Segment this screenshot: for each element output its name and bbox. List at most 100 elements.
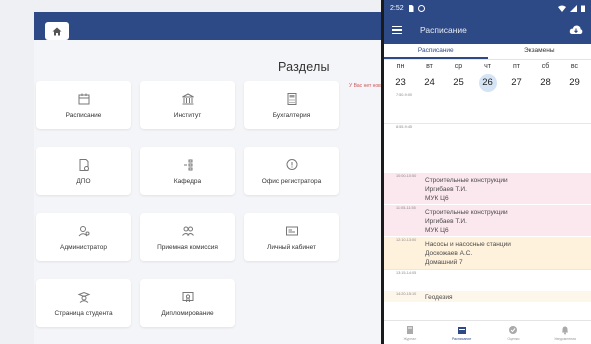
status-bar: 2:52 [384,0,591,16]
class-subject: Строительные конструкции [425,177,508,184]
time-slot: 7:50-9:00 [384,92,591,123]
tile-label: Кафедра [173,177,202,185]
time-slot: 8:55-9:45 [384,124,591,173]
class-info: Строительные конструкции Иргибаев Т.И. М… [425,208,508,235]
class-subject: Насосы и насосные станции [425,241,511,248]
schedule-timeline: 7:50-9:00 8:55-9:45 10:00-10:50 Строител… [384,92,591,302]
tab-exams[interactable]: Экзамены [488,44,591,59]
tile-label: Институт [173,111,202,119]
tile-personal-account[interactable]: Личный кабинет [244,213,339,261]
day-number: 29 [569,77,580,88]
schedule-icon [457,326,466,334]
tile-label: Страница студента [54,309,113,317]
status-time: 2:52 [390,4,404,12]
tab-bar: Расписание Экзамены [384,44,591,60]
time-slot: 13:15-14:05 [384,270,591,291]
nav-label: Журнал [403,336,417,341]
day-column[interactable]: пн 23 [386,60,415,92]
tile-institute[interactable]: Институт [140,81,235,129]
document-icon [79,158,89,171]
nav-label: Уведомления [554,336,577,341]
day-number: 24 [424,77,435,88]
day-column[interactable]: ср 25 [444,60,473,92]
committee-icon [181,226,194,236]
nav-label: Оценки [507,336,520,341]
tab-schedule[interactable]: Расписание [384,44,488,59]
day-name: пт [513,63,520,70]
tile-registrar-office[interactable]: Офис регистратора [244,147,339,195]
app-bar: Расписание [384,16,591,44]
department-icon [183,159,192,170]
tile-accounting[interactable]: Бухгалтерия [244,81,339,129]
tile-label: ДПО [76,177,91,185]
home-icon [52,27,62,35]
day-number: 25 [453,77,464,88]
tile-label: Администратор [60,243,107,251]
bottom-navigation: Журнал Расписание Оценки Уведомления [384,320,591,344]
class-card[interactable]: 14:20-15:10 Геодезия [384,291,591,302]
tile-label: Приемная комиссия [157,243,218,251]
tile-dpo[interactable]: ДПО [36,147,131,195]
tile-graduation[interactable]: Дипломирование [140,279,235,327]
mobile-app-screen: 2:52 Расписание Расписание Экзамены пн 23… [381,0,591,344]
app-title: Расписание [420,25,467,35]
tile-admissions[interactable]: Приемная комиссия [140,213,235,261]
wifi-icon [558,5,566,12]
day-column[interactable]: сб 28 [531,60,560,92]
class-card[interactable]: 12:10-13:00 Насосы и насосные станции До… [384,237,591,269]
day-name: пн [396,63,405,70]
slot-time: 13:15-14:05 [396,271,417,275]
class-subject: Строительные конструкции [425,209,508,216]
day-column[interactable]: чт 26 [473,60,502,92]
home-button[interactable] [45,22,69,40]
web-header [34,12,386,40]
sim-icon [408,4,414,12]
class-info: Строительные конструкции Иргибаев Т.И. М… [425,176,508,203]
id-card-icon [285,226,298,235]
day-number: 23 [395,77,406,88]
sections-page: Разделы У Вас нет новых уведомлений Расп… [34,12,386,344]
signal-icon [570,4,577,12]
notification-icon [417,4,425,12]
tile-label: Расписание [65,111,102,119]
class-card[interactable]: 11:05-11:55 Строительные конструкции Ирг… [384,205,591,236]
tile-department[interactable]: Кафедра [140,147,235,195]
day-column[interactable]: пт 27 [502,60,531,92]
slot-time: 7:50-9:00 [396,93,413,97]
class-room: МУК Ц6 [425,227,449,234]
day-column[interactable]: вс 29 [560,60,589,92]
day-name: чт [484,63,491,70]
grades-icon [509,325,518,334]
battery-icon [581,5,585,12]
nav-grades[interactable]: Оценки [488,321,540,344]
tile-label: Личный кабинет [267,243,316,251]
student-icon [77,291,90,303]
tile-label: Офис регистратора [261,177,322,185]
tile-label: Дипломирование [161,309,214,317]
calendar-icon [78,93,89,104]
class-teacher: Доскожаев А.С. [425,250,473,257]
journal-icon [406,325,413,334]
nav-notifications[interactable]: Уведомления [539,321,591,344]
tile-administrator[interactable]: Администратор [36,213,131,261]
slot-time: 10:00-10:50 [396,174,417,178]
day-column[interactable]: вт 24 [415,60,444,92]
class-card[interactable]: 10:00-10:50 Строительные конструкции Ирг… [384,173,591,204]
day-name: ср [454,63,463,70]
menu-icon[interactable] [392,26,402,34]
cloud-download-icon[interactable] [569,24,583,36]
day-number: 27 [511,77,522,88]
slot-time: 11:05-11:55 [396,206,416,210]
tile-schedule[interactable]: Расписание [36,81,131,129]
day-name: вс [570,63,579,70]
class-subject: Геодезия [425,294,453,301]
slot-time: 8:55-9:45 [396,125,413,129]
institute-icon [181,92,194,104]
day-number: 28 [540,77,551,88]
nav-schedule[interactable]: Расписание [436,321,488,344]
day-name: вт [426,63,433,70]
tile-label: Бухгалтерия [272,111,311,119]
tile-student-page[interactable]: Страница студента [36,279,131,327]
nav-journal[interactable]: Журнал [384,321,436,344]
calculator-icon [287,92,296,105]
